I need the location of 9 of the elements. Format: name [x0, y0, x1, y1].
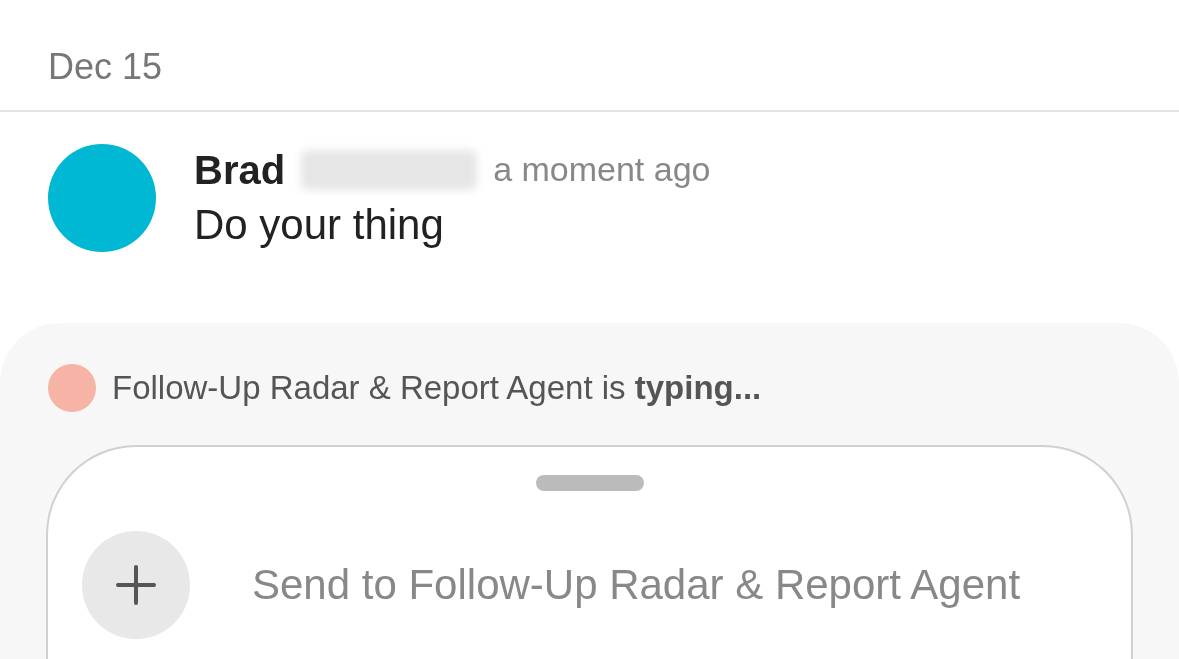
date-header: Dec 15: [48, 46, 163, 87]
message-time: a moment ago: [493, 149, 711, 190]
message-input-field[interactable]: Send to Follow-Up Radar & Report Agent: [250, 552, 1131, 617]
typing-indicator: Follow-Up Radar & Report Agent is typing...: [112, 368, 762, 408]
plus-icon: [115, 563, 157, 606]
drag-handle[interactable]: [535, 474, 644, 491]
message-text: Do your thing: [194, 200, 445, 250]
author-name: Brad: [194, 146, 286, 194]
agent-avatar-placeholder: [48, 363, 96, 412]
